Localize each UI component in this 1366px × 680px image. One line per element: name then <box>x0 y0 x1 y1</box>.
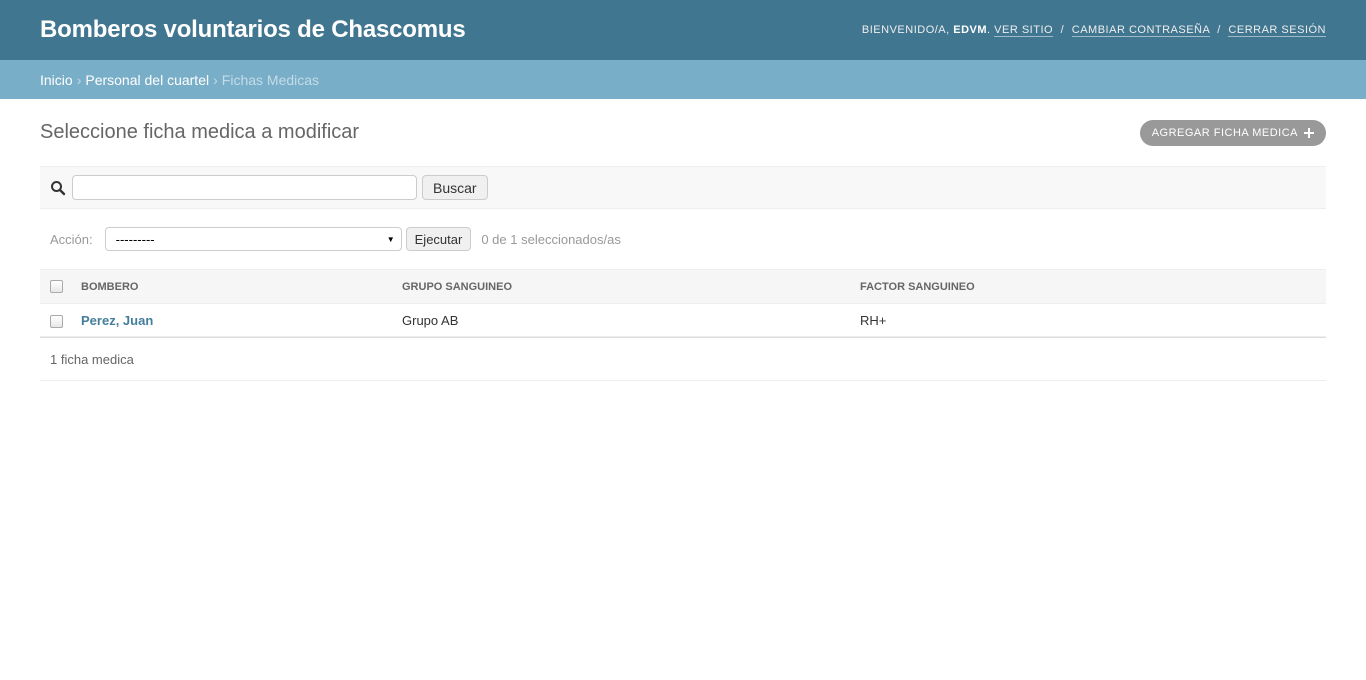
row-checkbox-cell <box>40 303 73 337</box>
welcome-text: BIENVENIDO/A, <box>861 24 950 36</box>
user-tools: BIENVENIDO/A, EDVM. VER SITIO / CAMBIAR … <box>861 24 1326 37</box>
breadcrumb-current: Fichas Medicas <box>221 71 320 88</box>
column-header-bombero[interactable]: BOMBERO <box>73 269 394 304</box>
title-row: Seleccione ficha medica a modificar AGRE… <box>40 99 1326 166</box>
separator: / <box>1217 24 1221 36</box>
breadcrumb: Inicio › Personal del cuartel › Fichas M… <box>0 60 1366 99</box>
site-header: Bomberos voluntarios de Chascomus BIENVE… <box>0 0 1366 60</box>
table-row: Perez, Juan Grupo AB RH+ <box>40 303 1326 337</box>
search-button[interactable]: Buscar <box>422 175 488 200</box>
search-icon <box>50 180 66 196</box>
table-header-row: BOMBERO GRUPO SANGUINEO FACTOR SANGUINEO <box>40 269 1326 304</box>
site-name[interactable]: Bomberos voluntarios de Chascomus <box>40 16 466 44</box>
column-header-grupo[interactable]: GRUPO SANGUINEO <box>394 269 852 304</box>
add-ficha-medica-button[interactable]: AGREGAR FICHA MEDICA <box>1139 119 1326 146</box>
search-toolbar: Buscar <box>40 166 1326 209</box>
column-header-factor[interactable]: FACTOR SANGUINEO <box>852 269 1326 304</box>
selection-counter: 0 de 1 seleccionados/as <box>481 231 621 247</box>
search-input[interactable] <box>72 175 417 200</box>
separator: / <box>1060 24 1065 36</box>
paginator: 1 ficha medica <box>40 337 1326 381</box>
results-table: BOMBERO GRUPO SANGUINEO FACTOR SANGUINEO… <box>40 269 1326 337</box>
actions-bar: Acción: --------- ▼ Ejecutar 0 de 1 sele… <box>40 209 1326 269</box>
bombero-link[interactable]: Perez, Juan <box>81 313 153 328</box>
main-content: Seleccione ficha medica a modificar AGRE… <box>0 99 1366 381</box>
plus-icon <box>1304 127 1314 138</box>
breadcrumb-home[interactable]: Inicio <box>40 72 73 88</box>
username: EDVM <box>953 24 988 36</box>
page-title: Seleccione ficha medica a modificar <box>40 121 360 143</box>
logout-link[interactable]: CERRAR SESIÓN <box>1228 24 1326 37</box>
dropdown-arrow-icon: ▼ <box>386 234 395 244</box>
breadcrumb-separator: › <box>76 71 82 88</box>
breadcrumb-separator: › <box>213 71 218 88</box>
run-action-button[interactable]: Ejecutar <box>405 227 472 251</box>
factor-cell: RH+ <box>852 303 1326 337</box>
bombero-cell: Perez, Juan <box>73 303 394 337</box>
action-select-value: --------- <box>115 231 155 247</box>
view-site-link[interactable]: VER SITIO <box>994 24 1054 37</box>
select-all-checkbox[interactable] <box>50 280 63 293</box>
row-checkbox[interactable] <box>50 314 63 328</box>
select-all-header <box>40 269 73 304</box>
grupo-cell: Grupo AB <box>394 303 852 337</box>
change-password-link[interactable]: CAMBIAR CONTRASEÑA <box>1071 24 1210 37</box>
add-button-label: AGREGAR FICHA MEDICA <box>1151 126 1298 139</box>
breadcrumb-section[interactable]: Personal del cuartel <box>85 72 209 88</box>
action-select[interactable]: --------- ▼ <box>104 227 402 251</box>
action-label: Acción: <box>50 231 93 247</box>
